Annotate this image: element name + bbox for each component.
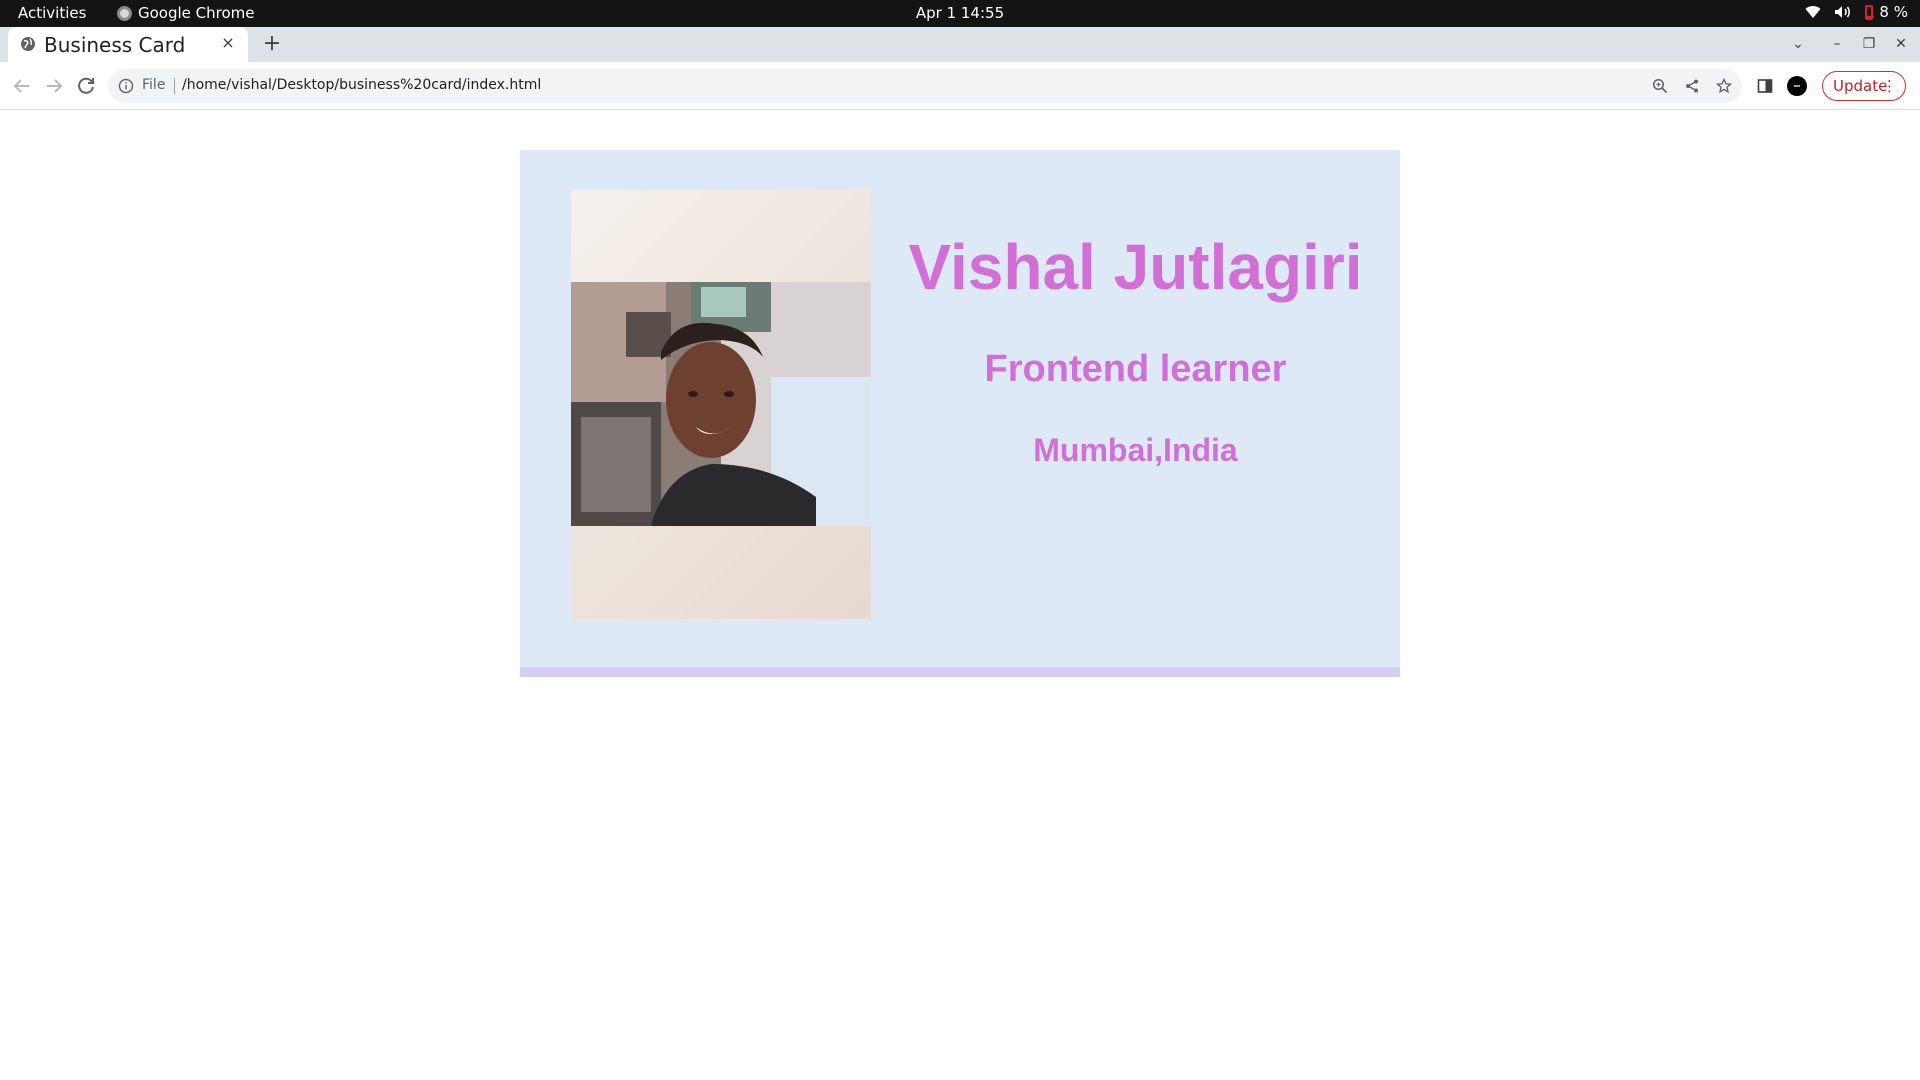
minimize-button[interactable]: –	[1826, 33, 1848, 55]
bookmark-star-icon[interactable]	[1715, 77, 1733, 94]
update-label: Update	[1833, 77, 1888, 95]
tab-title: Business Card	[44, 33, 186, 57]
forward-button[interactable]	[42, 74, 66, 98]
reload-button[interactable]	[74, 74, 98, 98]
url-text[interactable]: /home/vishal/Desktop/business%20card/ind…	[182, 77, 541, 93]
profile-avatar[interactable]	[1787, 76, 1807, 96]
tab-close-icon[interactable]: ×	[218, 33, 238, 53]
tab-search-icon[interactable]: ⌄	[1787, 33, 1809, 55]
tab-strip: Business Card × + ⌄ – ❐ ✕	[0, 27, 1920, 62]
volume-icon[interactable]	[1834, 5, 1852, 19]
new-tab-button[interactable]: +	[260, 33, 284, 57]
battery-percent: 8 %	[1879, 3, 1908, 21]
back-arrow-icon	[13, 79, 29, 93]
system-tray[interactable]: 8 %	[1805, 3, 1908, 21]
battery-indicator[interactable]: 8 %	[1865, 3, 1908, 21]
tab-business-card[interactable]: Business Card ×	[8, 27, 248, 62]
restore-button[interactable]: ❐	[1858, 33, 1880, 55]
reload-icon	[78, 77, 94, 94]
share-icon[interactable]	[1684, 78, 1700, 94]
clock[interactable]: Apr 1 14:55	[0, 4, 1920, 22]
update-button[interactable]: Update ⋮	[1822, 71, 1906, 101]
profile-photo	[571, 282, 871, 526]
side-panel-icon[interactable]	[1756, 77, 1774, 95]
globe-icon	[20, 36, 36, 52]
browser-toolbar: File /home/vishal/Desktop/business%20car…	[0, 62, 1920, 110]
forward-arrow-icon	[47, 79, 63, 93]
business-card: Vishal Jutlagiri Frontend learner Mumbai…	[520, 150, 1400, 677]
zoom-icon[interactable]	[1652, 78, 1668, 94]
profile-photo-frame	[571, 190, 871, 619]
url-scheme-label: File	[142, 77, 166, 93]
wifi-icon[interactable]	[1805, 5, 1821, 19]
close-window-button[interactable]: ✕	[1890, 33, 1912, 55]
page-viewport: Vishal Jutlagiri Frontend learner Mumbai…	[0, 110, 1920, 1080]
card-name: Vishal Jutlagiri	[908, 231, 1363, 303]
kebab-menu-icon[interactable]: ⋮	[1882, 72, 1897, 100]
battery-icon	[1865, 4, 1874, 20]
url-separator	[174, 78, 175, 94]
address-bar[interactable]: File /home/vishal/Desktop/business%20car…	[108, 69, 1742, 103]
os-top-bar: Activities Google Chrome Apr 1 14:55 8 %	[0, 0, 1920, 27]
site-info-icon[interactable]	[118, 78, 134, 94]
back-button[interactable]	[10, 74, 34, 98]
card-location: Mumbai,India	[1033, 432, 1238, 468]
card-role: Frontend learner	[984, 348, 1287, 390]
